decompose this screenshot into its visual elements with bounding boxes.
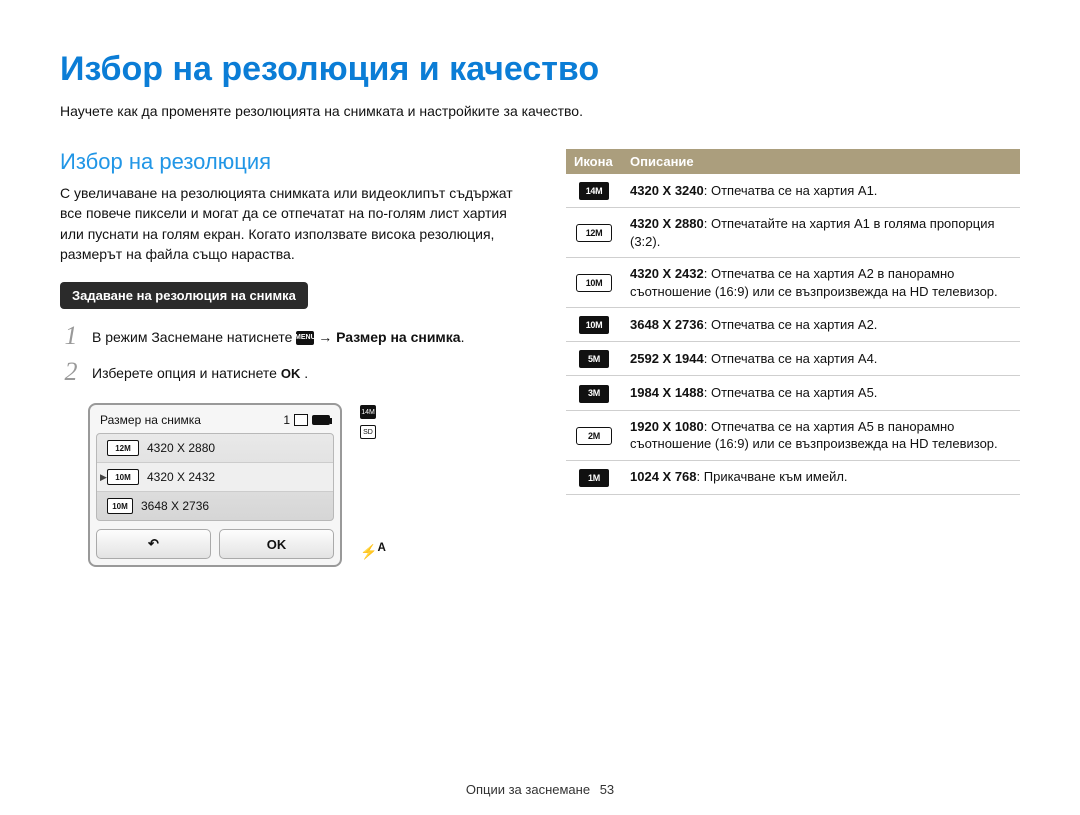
res-dim: 1984 X 1488 xyxy=(630,385,704,400)
camera-mock: Размер на снимка 1 12M 4320 X 2880 xyxy=(88,403,342,567)
camera-option[interactable]: 12M 4320 X 2880 xyxy=(97,434,333,463)
step-number: 2 xyxy=(60,359,82,385)
step-text: Изберете опция и натиснете OK . xyxy=(92,359,308,384)
camera-option-list: 12M 4320 X 2880 10M 4320 X 2432 10M 3648… xyxy=(96,433,334,521)
table-row: 5M 2592 X 1944: Отпечатва се на хартия A… xyxy=(566,342,1020,376)
th-desc: Описание xyxy=(622,149,1020,174)
page-title: Избор на резолюция и качество xyxy=(60,50,1020,89)
res-icon-14m: 14M xyxy=(579,182,609,200)
flash-auto-label: A xyxy=(377,541,385,554)
body-paragraph: С увеличаване на резолюцията снимката ил… xyxy=(60,183,520,264)
resolution-icon: 10M xyxy=(107,498,133,514)
right-column: Икона Описание 14M 4320 X 3240: Отпечатв… xyxy=(566,149,1020,567)
subheading: Избор на резолюция xyxy=(60,149,520,175)
procedure-badge: Задаване на резолюция на снимка xyxy=(60,282,308,309)
table-row: 14M 4320 X 3240: Отпечатва се на хартия … xyxy=(566,174,1020,208)
res-dim: 4320 X 2432 xyxy=(630,266,704,281)
step-2: 2 Изберете опция и натиснете OK . xyxy=(60,359,520,385)
res-desc: : Отпечатва се на хартия A4. xyxy=(704,351,878,366)
res-desc: : Отпечатва се на хартия A2. xyxy=(704,317,878,332)
footer-page: 53 xyxy=(600,782,614,797)
left-column: Избор на резолюция С увеличаване на резо… xyxy=(60,149,520,567)
camera-option[interactable]: 10M 3648 X 2736 xyxy=(97,492,333,520)
res-dim: 1024 X 768 xyxy=(630,469,697,484)
step1-prefix: В режим Заснемане натиснете xyxy=(92,329,296,345)
step1-suffix: . xyxy=(461,329,465,345)
res-dim: 3648 X 2736 xyxy=(630,317,704,332)
camera-ok-button[interactable]: OK xyxy=(219,529,334,559)
resolution-icon: 12M xyxy=(107,440,139,456)
resolution-label: 4320 X 2880 xyxy=(147,441,215,455)
step-text: В режим Заснемане натиснете MENU → Разме… xyxy=(92,323,464,348)
resolution-table: Икона Описание 14M 4320 X 3240: Отпечатв… xyxy=(566,149,1020,495)
res-dim: 1920 X 1080 xyxy=(630,419,704,434)
battery-icon xyxy=(312,415,330,425)
res-icon-12m: 12M xyxy=(576,224,612,242)
res-icon-10m-wide: 10M xyxy=(576,274,612,292)
page-lead: Научете как да променяте резолюцията на … xyxy=(60,103,1020,119)
res-dim: 4320 X 2880 xyxy=(630,216,704,231)
res-icon-2m: 2M xyxy=(576,427,612,445)
camera-side-indicators: 14M SD ⚡A xyxy=(360,403,386,561)
table-row: 10M 4320 X 2432: Отпечатва се на хартия … xyxy=(566,258,1020,308)
ok-glyph: OK xyxy=(281,366,301,381)
resolution-label: 4320 X 2432 xyxy=(147,470,215,484)
res-icon-10m: 10M xyxy=(579,316,609,334)
resolution-icon: 10M xyxy=(107,469,139,485)
step1-strong: Размер на снимка xyxy=(336,329,460,345)
res-dim: 4320 X 3240 xyxy=(630,183,704,198)
table-row: 3M 1984 X 1488: Отпечатва се на хартия A… xyxy=(566,376,1020,410)
th-icon: Икона xyxy=(566,149,622,174)
table-row: 12M 4320 X 2880: Отпечатайте на хартия A… xyxy=(566,208,1020,258)
camera-option-selected[interactable]: 10M 4320 X 2432 xyxy=(97,463,333,492)
footer-section: Опции за заснемане xyxy=(466,782,590,797)
step2-prefix: Изберете опция и натиснете xyxy=(92,365,281,381)
indicator-icon: SD xyxy=(360,425,376,439)
res-icon-3m: 3M xyxy=(579,385,609,403)
table-row: 2M 1920 X 1080: Отпечатва се на хартия A… xyxy=(566,410,1020,460)
res-dim: 2592 X 1944 xyxy=(630,351,704,366)
flash-auto-icon: ⚡A xyxy=(360,541,386,561)
res-icon-5m: 5M xyxy=(579,350,609,368)
step2-suffix: . xyxy=(304,365,308,381)
camera-title: Размер на снимка xyxy=(100,413,201,427)
table-row: 10M 3648 X 2736: Отпечатва се на хартия … xyxy=(566,308,1020,342)
table-row: 1M 1024 X 768: Прикачване към имейл. xyxy=(566,460,1020,494)
res-icon-1m: 1M xyxy=(579,469,609,487)
camera-count: 1 xyxy=(283,413,290,427)
page-footer: Опции за заснемане 53 xyxy=(0,782,1080,797)
res-desc: : Отпечатва се на хартия A1. xyxy=(704,183,878,198)
sd-icon xyxy=(294,414,308,426)
camera-back-button[interactable]: ↶ xyxy=(96,529,211,559)
menu-icon: MENU xyxy=(296,331,314,345)
step1-arrow: → xyxy=(318,329,336,345)
resolution-label: 3648 X 2736 xyxy=(141,499,209,513)
res-desc: : Отпечатва се на хартия A5. xyxy=(704,385,878,400)
res-desc: : Прикачване към имейл. xyxy=(697,469,848,484)
step-number: 1 xyxy=(60,323,82,349)
step-1: 1 В режим Заснемане натиснете MENU → Раз… xyxy=(60,323,520,349)
indicator-icon: 14M xyxy=(360,405,376,419)
